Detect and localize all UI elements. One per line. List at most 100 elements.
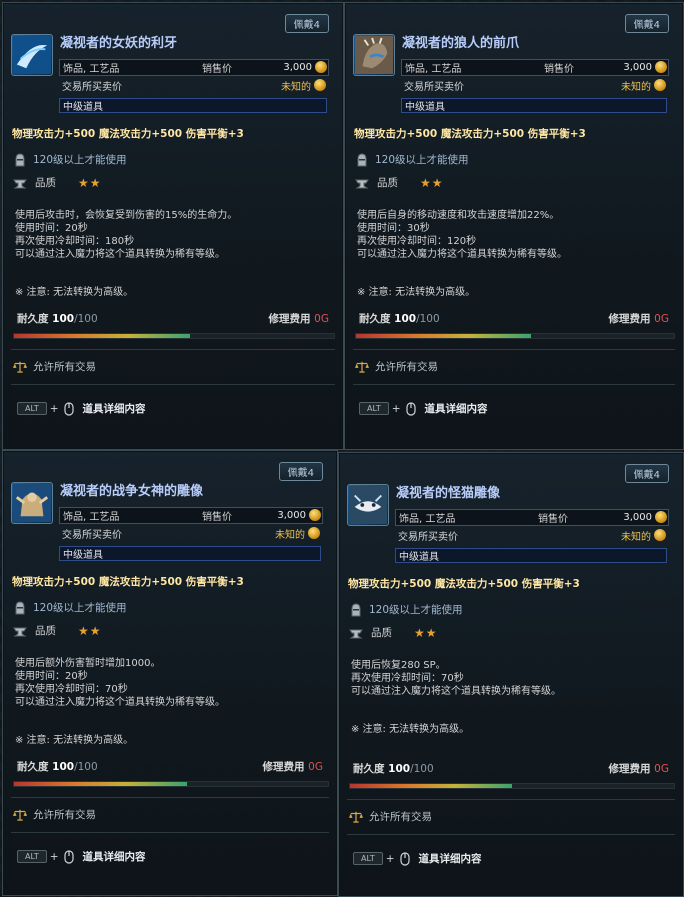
durability-bar-fill xyxy=(14,782,187,786)
description-line: 可以通过注入魔力将这个道具转换为稀有等级。 xyxy=(15,697,225,708)
plus-sign: + xyxy=(49,402,59,415)
plus-sign: + xyxy=(385,852,395,865)
quality-label: 品质 xyxy=(35,625,56,637)
item-category: 饰品, 工艺品 xyxy=(63,64,120,75)
mouse-icon xyxy=(63,401,74,416)
alt-hint: ALT + 道具详细内容 xyxy=(17,849,146,864)
category-row: 饰品, 工艺品 销售价 3,000 xyxy=(59,59,329,76)
level-requirement: 120级以上才能使用 xyxy=(13,600,127,615)
divider xyxy=(11,384,335,385)
item-title: 凝视者的怪猫雕像 xyxy=(396,486,501,501)
item-title: 凝视者的狼人的前爪 xyxy=(402,36,520,51)
trade-permission: 允许所有交易 xyxy=(349,809,432,824)
repair-label: 修理费用 xyxy=(268,313,311,325)
item-tooltip: 佩戴4 凝视者的狼人的前爪 饰品, 工艺品 销售价 3,000 交易所买卖价 未… xyxy=(344,2,684,450)
divider xyxy=(11,349,335,350)
item-tooltip: 佩戴4 凝视者的战争女神的雕像 饰品, 工艺品 销售价 3,000 交易所买卖价… xyxy=(2,450,338,896)
grade-badge: 中级道具 xyxy=(59,546,321,561)
durability-current: 100 xyxy=(394,313,417,325)
scale-icon xyxy=(355,361,369,373)
sell-price-label: 销售价 xyxy=(544,64,574,75)
trade-permission-text: 允许所有交易 xyxy=(375,361,438,373)
quality-label: 品质 xyxy=(377,177,398,189)
gold-coin-icon xyxy=(309,509,321,521)
divider xyxy=(347,799,675,800)
equip-slot-tag: 佩戴4 xyxy=(278,462,323,481)
knight-helmet-icon xyxy=(357,152,367,166)
level-requirement-text: 120级以上才能使用 xyxy=(33,602,127,614)
sell-price-label: 销售价 xyxy=(202,512,232,523)
quality-row: 品质 ★★ xyxy=(13,175,102,190)
gold-coin-icon xyxy=(314,79,326,91)
gold-coin-icon xyxy=(308,527,320,539)
quality-stars: ★★ xyxy=(414,625,438,640)
trade-price-label: 交易所买卖价 xyxy=(62,82,122,93)
gold-coin-icon xyxy=(654,79,666,91)
plus-sign: + xyxy=(391,402,401,415)
alt-key: ALT xyxy=(17,850,47,863)
quality-label: 品质 xyxy=(371,627,392,639)
trade-price-value: 未知的 xyxy=(281,82,311,93)
description-line: 可以通过注入魔力将这个道具转换为稀有等级。 xyxy=(357,249,567,260)
durability-bar-fill xyxy=(14,334,190,338)
alt-hint-label: 道具详细内容 xyxy=(82,403,146,415)
repair-cost: 修理费用 0G xyxy=(269,311,329,326)
banshee-fang-icon xyxy=(11,34,53,76)
alt-hint: ALT + 道具详细内容 xyxy=(17,401,146,416)
item-description: 使用后攻击时，会恢复受到伤害的15%的生命力。 使用时间：20秒 再次使用冷却时间：… xyxy=(15,209,237,261)
description-line: 使用后恢复280 SP。 xyxy=(351,660,446,671)
item-tooltip: 佩戴4 凝视者的女妖的利牙 饰品, 工艺品 销售价 3,000 交易所买卖价 未… xyxy=(2,2,344,450)
repair-label: 修理费用 xyxy=(262,761,305,773)
mouse-icon xyxy=(405,401,416,416)
alt-hint: ALT + 道具详细内容 xyxy=(353,851,482,866)
trade-permission-text: 允许所有交易 xyxy=(33,361,96,373)
werewolf-claw-icon xyxy=(353,34,395,76)
alt-key: ALT xyxy=(17,402,47,415)
description-line: 可以通过注入魔力将这个道具转换为稀有等级。 xyxy=(351,686,561,697)
repair-label: 修理费用 xyxy=(608,313,651,325)
trade-price-value: 未知的 xyxy=(621,82,651,93)
description-line: 再次使用冷却时间：180秒 xyxy=(15,236,135,247)
trade-price-value: 未知的 xyxy=(621,532,651,543)
grade-badge: 中级道具 xyxy=(401,98,667,113)
description-line: 使用后额外伤害暂时增加1000。 xyxy=(15,658,161,669)
description-line: 再次使用冷却时间：120秒 xyxy=(357,236,477,247)
level-requirement: 120级以上才能使用 xyxy=(349,602,463,617)
sell-price-label: 销售价 xyxy=(202,64,232,75)
trade-permission-text: 允许所有交易 xyxy=(369,811,432,823)
trade-price-label: 交易所买卖价 xyxy=(62,530,122,541)
repair-cost: 修理费用 0G xyxy=(263,759,323,774)
repair-label: 修理费用 xyxy=(608,763,651,775)
war-goddess-statue-icon xyxy=(11,482,53,524)
quality-row: 品质 ★★ xyxy=(13,623,102,638)
trade-permission: 允许所有交易 xyxy=(13,807,96,822)
durability-max: /100 xyxy=(74,761,98,773)
knight-helmet-icon xyxy=(351,602,361,616)
quality-row: 品质 ★★ xyxy=(355,175,444,190)
knight-helmet-icon xyxy=(15,600,25,614)
description-line: 使用时间：20秒 xyxy=(15,671,88,682)
item-stats: 物理攻击力+500 魔法攻击力+500 伤害平衡+3 xyxy=(12,576,244,588)
alt-hint: ALT + 道具详细内容 xyxy=(359,401,488,416)
durability-current: 100 xyxy=(388,763,411,775)
item-title: 凝视者的女妖的利牙 xyxy=(60,36,178,51)
trade-price-label: 交易所买卖价 xyxy=(398,532,458,543)
item-description: 使用后恢复280 SP。再次使用冷却时间：70秒可以通过注入魔力将这个道具转换为… xyxy=(351,659,561,698)
durability-bar xyxy=(13,781,329,787)
level-requirement: 120级以上才能使用 xyxy=(355,152,469,167)
item-note: ※ 注意: 无法转换为高级。 xyxy=(357,287,476,298)
sell-price-value: 3,000 xyxy=(623,512,652,523)
trade-permission: 允许所有交易 xyxy=(355,359,438,374)
description-line: 再次使用冷却时间：70秒 xyxy=(15,684,128,695)
trade-permission: 允许所有交易 xyxy=(13,359,96,374)
repair-value: 0G xyxy=(654,763,669,775)
description-line: 再次使用冷却时间：70秒 xyxy=(351,673,464,684)
description-line: 使用后自身的移动速度和攻击速度增加22%。 xyxy=(357,210,560,221)
trade-price-row: 交易所买卖价 未知的 xyxy=(395,528,667,543)
sell-price-value: 3,000 xyxy=(283,62,312,73)
trade-price-row: 交易所买卖价 未知的 xyxy=(59,78,327,93)
category-row: 饰品, 工艺品 销售价 3,000 xyxy=(59,507,323,524)
plus-sign: + xyxy=(49,850,59,863)
durability-label: 耐久度 xyxy=(353,763,385,775)
item-description: 使用后自身的移动速度和攻击速度增加22%。 使用时间：30秒 再次使用冷却时间：12… xyxy=(357,209,567,261)
